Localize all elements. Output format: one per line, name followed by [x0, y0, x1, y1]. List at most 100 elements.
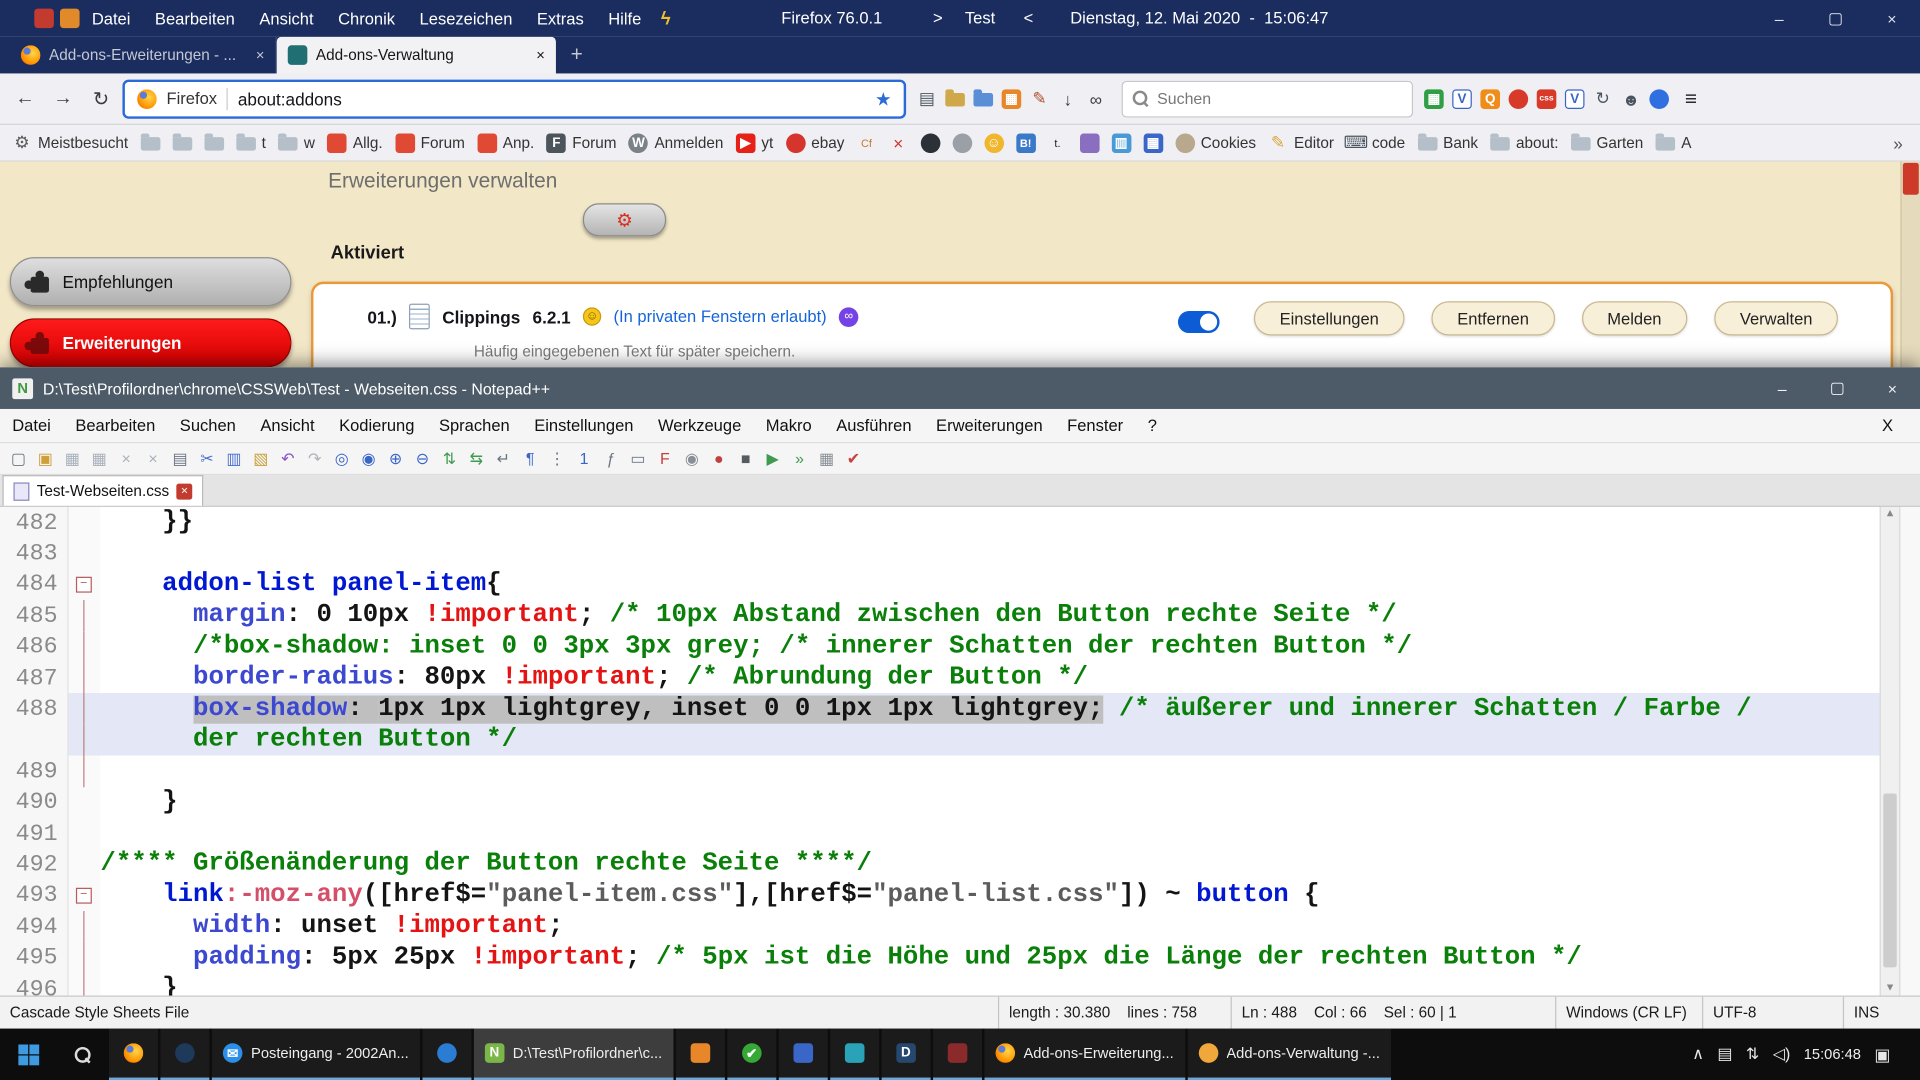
bookmark-forum[interactable]: FForum [547, 133, 617, 153]
scrapbook-icon[interactable]: ▦ [1002, 89, 1022, 109]
bookmark-anp[interactable]: Anp. [477, 133, 534, 153]
code-line[interactable]: 492/**** Größenänderung der Button recht… [0, 849, 1920, 880]
taskbar-globe-launcher[interactable] [160, 1029, 209, 1080]
css-extension-icon[interactable]: css [1537, 89, 1557, 109]
new-tab-button[interactable]: + [571, 43, 583, 67]
addons-gear-button[interactable]: ⚙ [583, 203, 666, 236]
firefox-menu-bearbeiten[interactable]: Bearbeiten [155, 9, 235, 27]
taskbar-firefox-window[interactable]: Add-ons-Erweiterung... [984, 1029, 1184, 1080]
scroll-up-icon[interactable]: ▲ [1881, 508, 1899, 520]
notification-center-icon[interactable]: ▣ [1874, 1044, 1890, 1065]
bookmark-icon-17[interactable] [952, 133, 972, 153]
save-all-icon[interactable]: ▦ [88, 448, 110, 470]
grid-extension-icon[interactable]: ▦ [1424, 89, 1444, 109]
tray-volume-icon[interactable]: ◁) [1773, 1044, 1791, 1064]
npp-menu-bearbeiten[interactable]: Bearbeiten [75, 416, 155, 434]
bookmark-forum[interactable]: Forum [395, 133, 465, 153]
bookmark-allg[interactable]: Allg. [327, 133, 383, 153]
copy-icon[interactable]: ▥ [223, 448, 245, 470]
bookmark-icon-14[interactable]: Cf [857, 133, 877, 153]
sync-globe-icon[interactable]: ↻ [1593, 89, 1613, 109]
melden-button[interactable]: Melden [1582, 301, 1688, 335]
editor-scrollbar[interactable]: ▲ ▼ [1880, 507, 1901, 996]
bookmark-bank[interactable]: Bank [1417, 134, 1478, 151]
minimize-button[interactable]: – [1755, 367, 1810, 409]
run-multiple-icon[interactable]: » [789, 448, 811, 470]
tray-expand-icon[interactable]: ∧ [1692, 1044, 1704, 1064]
npp-menu-sprachen[interactable]: Sprachen [439, 416, 510, 434]
maximize-button[interactable]: ▢ [1810, 367, 1865, 409]
code-line[interactable]: 495 padding: 5px 25px !important; /* 5px… [0, 942, 1920, 973]
status-encoding[interactable]: UTF-8 [1702, 997, 1843, 1029]
doc-switcher-icon[interactable]: 1 [573, 448, 595, 470]
undo-icon[interactable]: ↶ [277, 448, 299, 470]
code-line[interactable]: 491 [0, 818, 1920, 849]
tab-close-icon[interactable]: × [256, 47, 265, 64]
bookmarks-overflow-icon[interactable]: » [1888, 133, 1907, 153]
code-line[interactable]: 496 } [0, 973, 1920, 995]
doc-map-icon[interactable]: ▭ [627, 448, 649, 470]
sidebar-icon[interactable]: ▤ [917, 89, 937, 109]
sync-vertical-icon[interactable]: ⇅ [438, 448, 460, 470]
firefox-tab-1[interactable]: Add-ons-Erweiterungen - ...× [10, 37, 277, 74]
firefox-menu-ansicht[interactable]: Ansicht [259, 9, 313, 27]
red-extension-icon[interactable] [1509, 89, 1529, 109]
taskbar-firefox-launcher[interactable] [109, 1029, 158, 1080]
profile-icon[interactable]: ☻ [1621, 89, 1641, 109]
code-line[interactable]: 490 } [0, 787, 1920, 818]
bookmark-icon-4[interactable] [204, 135, 224, 151]
maximize-button[interactable]: ▢ [1807, 0, 1863, 37]
tab-close-icon[interactable]: × [177, 483, 193, 499]
bookmark-icon-16[interactable] [920, 133, 940, 153]
bookmark-w[interactable]: w [278, 134, 315, 151]
code-line[interactable]: 485 margin: 0 10px !important; /* 10px A… [0, 600, 1920, 631]
firefox-menu-hilfe[interactable]: Hilfe [608, 9, 641, 27]
firefox-titlebar[interactable]: DateiBearbeitenAnsichtChronikLesezeichen… [0, 0, 1920, 37]
zoom-out-icon[interactable]: ⊖ [411, 448, 433, 470]
bookmark-yt[interactable]: ▶yt [736, 133, 774, 153]
sidebar-item-erweiterungen[interactable]: Erweiterungen [10, 318, 292, 367]
menu-icon[interactable]: ≡ [1685, 86, 1697, 110]
record-macro-icon[interactable]: ● [708, 448, 730, 470]
taskbar-orange-app[interactable] [676, 1029, 725, 1080]
code-line[interactable]: 484− addon-list panel-item{ [0, 569, 1920, 600]
save-macro-icon[interactable]: ▦ [816, 448, 838, 470]
npp-menu-fenster[interactable]: Fenster [1067, 416, 1123, 434]
npp-menu-item[interactable]: ? [1148, 416, 1157, 434]
taskbar-clock[interactable]: 15:06:48 [1804, 1046, 1861, 1063]
code-editor[interactable]: 482 }}483484− addon-list panel-item{485 … [0, 507, 1920, 996]
fold-collapse-icon[interactable]: − [76, 887, 92, 903]
print-icon[interactable]: ▤ [169, 448, 191, 470]
play-macro-icon[interactable]: ▶ [762, 448, 784, 470]
zoom-in-icon[interactable]: ⊕ [384, 448, 406, 470]
npp-menu-suchen[interactable]: Suchen [180, 416, 236, 434]
code-line[interactable]: 488 box-shadow: 1px 1px lightgrey, inset… [0, 693, 1920, 724]
npp-menu-ansicht[interactable]: Ansicht [260, 416, 314, 434]
code-line[interactable]: 483 [0, 538, 1920, 569]
cut-icon[interactable]: ✂ [196, 448, 218, 470]
sidebar-item-empfehlungen[interactable]: Empfehlungen [10, 257, 292, 306]
bookmark-icon-20[interactable]: t. [1048, 133, 1068, 153]
status-cursor-position[interactable]: Ln : 488 Col : 66 Sel : 60 | 1 [1231, 997, 1555, 1029]
firefox-menu-chronik[interactable]: Chronik [338, 9, 395, 27]
fold-collapse-icon[interactable]: − [76, 576, 92, 592]
status-eol-format[interactable]: Windows (CR LF) [1555, 997, 1702, 1029]
v-extension-icon[interactable]: V [1452, 89, 1472, 109]
bookmark-t[interactable]: t [236, 134, 266, 151]
sync-horizontal-icon[interactable]: ⇆ [465, 448, 487, 470]
bookmark-icon-22[interactable]: ▥ [1111, 133, 1131, 153]
forward-button[interactable]: → [45, 81, 81, 117]
minimize-button[interactable]: – [1751, 0, 1807, 37]
verwalten-button[interactable]: Verwalten [1714, 301, 1838, 335]
page-scrollbar-thumb[interactable] [1903, 163, 1919, 195]
tray-network-icon[interactable]: ⇅ [1746, 1044, 1759, 1064]
code-line[interactable]: 482 }} [0, 507, 1920, 538]
save-icon[interactable]: ▦ [61, 448, 83, 470]
taskbar-blue-square-app[interactable] [779, 1029, 828, 1080]
close-all-icon[interactable]: × [142, 448, 164, 470]
find-icon[interactable]: ◎ [331, 448, 353, 470]
bookmark-a[interactable]: A [1656, 134, 1692, 151]
bookmark-code[interactable]: ⌨code [1346, 133, 1405, 153]
v2-extension-icon[interactable]: V [1565, 89, 1585, 109]
taskbar-notepadpp-window[interactable]: ND:\Test\Profilordner\c... [474, 1029, 674, 1080]
